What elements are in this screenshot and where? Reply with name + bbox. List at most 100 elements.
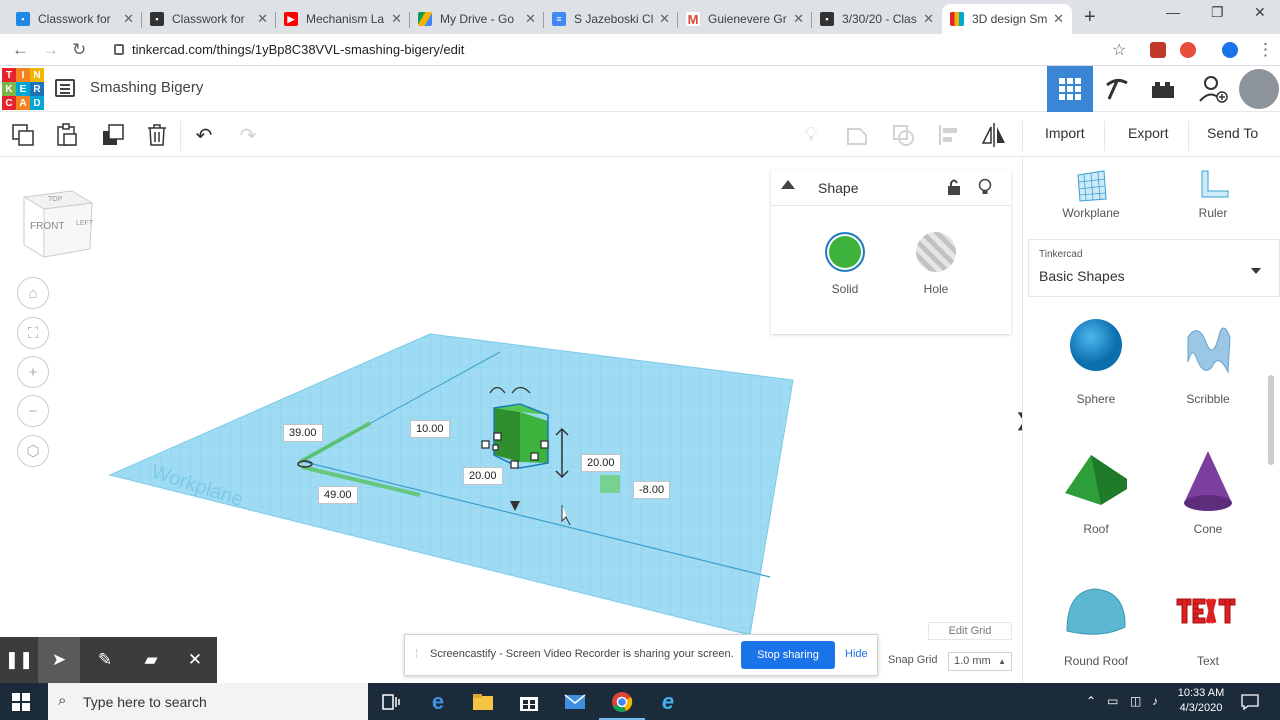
network-icon[interactable]: ◫ <box>1130 694 1141 708</box>
bookmark-star-icon[interactable]: ☆ <box>1112 40 1126 60</box>
fit-view-button[interactable]: ⛶ <box>17 317 49 349</box>
close-tab-icon[interactable]: ✕ <box>923 11 934 27</box>
shape-text[interactable]: Text <box>1160 581 1256 668</box>
tinkercad-logo[interactable]: TINKERCAD <box>2 68 44 110</box>
mail-icon[interactable] <box>562 689 588 715</box>
store-icon[interactable] <box>516 689 542 715</box>
url-field[interactable]: tinkercad.com/things/1yBp8C38VVL-smashin… <box>104 37 1140 63</box>
window-close-icon[interactable]: ✕ <box>1254 4 1266 21</box>
edge-icon[interactable]: e <box>425 689 451 715</box>
design-list-icon[interactable] <box>55 79 75 97</box>
shape-cone[interactable]: Cone <box>1160 449 1256 536</box>
zoom-out-button[interactable]: − <box>17 395 49 427</box>
delete-button[interactable] <box>144 122 170 148</box>
internet-explorer-icon[interactable]: e <box>655 689 681 715</box>
export-button[interactable]: Export <box>1128 125 1168 141</box>
hole-swatch[interactable] <box>916 232 956 272</box>
design-title[interactable]: Smashing Bigery <box>90 79 203 96</box>
close-toolbar-button[interactable]: ✕ <box>180 645 210 675</box>
copy-button[interactable] <box>10 122 36 148</box>
shape-round-roof[interactable]: Round Roof <box>1048 581 1144 668</box>
shape-library-select[interactable]: Tinkercad Basic Shapes <box>1028 239 1280 297</box>
show-hidden-icons-icon[interactable]: ⌃ <box>1086 694 1096 708</box>
home-view-button[interactable]: ⌂ <box>17 277 49 309</box>
align-button[interactable] <box>936 122 962 148</box>
dimension-elevation[interactable]: -8.00 <box>633 481 671 499</box>
zoom-in-button[interactable]: + <box>17 356 49 388</box>
group-button[interactable] <box>844 122 870 148</box>
maximize-icon[interactable]: ❐ <box>1211 4 1224 21</box>
ruler-tool[interactable]: Ruler <box>1183 169 1243 220</box>
tab-mechanism[interactable]: ▶ Mechanism La ✕ <box>276 4 410 34</box>
workplane-tool[interactable]: Workplane <box>1061 169 1121 220</box>
ungroup-button[interactable] <box>890 122 916 148</box>
hole-option[interactable]: Hole <box>906 232 966 296</box>
edit-grid-button[interactable]: Edit Grid <box>928 622 1012 640</box>
close-tab-icon[interactable]: ✕ <box>1053 11 1064 27</box>
solid-option[interactable]: Solid <box>815 232 875 296</box>
taskbar-clock[interactable]: 10:33 AM 4/3/2020 <box>1170 686 1232 716</box>
bricks-view-button[interactable] <box>1140 66 1186 112</box>
cursor-tool-button[interactable]: ➤ <box>38 637 80 683</box>
collapse-arrow-icon[interactable] <box>781 180 795 189</box>
reload-icon[interactable]: ↻ <box>72 40 86 60</box>
solid-swatch[interactable] <box>825 232 865 272</box>
tab-classwork-1[interactable]: ▪ Classwork for ✕ <box>8 4 142 34</box>
close-tab-icon[interactable]: ✕ <box>257 11 268 27</box>
task-view-icon[interactable] <box>378 689 404 715</box>
battery-icon[interactable]: ▭ <box>1107 694 1118 708</box>
close-tab-icon[interactable]: ✕ <box>123 11 134 27</box>
undo-button[interactable]: ↶ <box>191 122 217 148</box>
close-tab-icon[interactable]: ✕ <box>793 11 804 27</box>
profile-extension-icon[interactable] <box>1222 42 1238 58</box>
send-to-button[interactable]: Send To <box>1207 125 1258 141</box>
shape-roof[interactable]: Roof <box>1048 449 1144 536</box>
minimize-icon[interactable]: — <box>1166 4 1180 20</box>
blocks-view-button[interactable] <box>1094 66 1140 112</box>
tab-3d-design[interactable]: 3D design Sm ✕ <box>942 4 1072 34</box>
shapes-scrollbar[interactable] <box>1268 375 1274 465</box>
green-box[interactable] <box>493 403 549 469</box>
duplicate-button[interactable] <box>100 122 126 148</box>
tab-my-drive[interactable]: My Drive - Go ✕ <box>410 4 544 34</box>
volume-icon[interactable]: ♪ <box>1152 694 1158 708</box>
eraser-tool-button[interactable]: ▰ <box>136 645 166 675</box>
stop-sharing-button[interactable]: Stop sharing <box>741 641 835 669</box>
screencastify-extension-icon[interactable] <box>1180 42 1196 58</box>
pause-button[interactable]: ❚❚ <box>4 645 34 675</box>
new-tab-icon[interactable]: + <box>1084 6 1096 29</box>
dimension-20-height[interactable]: 20.00 <box>581 454 621 472</box>
forward-icon[interactable]: → <box>42 40 59 60</box>
file-explorer-icon[interactable] <box>470 689 496 715</box>
chrome-menu-icon[interactable]: ⋮ <box>1257 40 1274 60</box>
tab-docs[interactable]: ≡ S Jazeboski Cl ✕ <box>544 4 678 34</box>
dimension-10[interactable]: 10.00 <box>410 420 450 438</box>
3d-view-button[interactable] <box>1047 66 1093 112</box>
windows-start-icon[interactable] <box>12 693 30 711</box>
back-icon[interactable]: ← <box>12 40 29 60</box>
dimension-20-width[interactable]: 20.00 <box>463 467 503 485</box>
shape-sphere[interactable]: Sphere <box>1048 317 1144 406</box>
invite-user-button[interactable] <box>1190 66 1236 112</box>
tab-class-date[interactable]: ▪ 3/30/20 - Clas ✕ <box>812 4 942 34</box>
perspective-button[interactable]: ⬡ <box>17 435 49 467</box>
view-cube[interactable]: TOP FRONT LEFT <box>22 185 94 258</box>
shape-scribble[interactable]: Scribble <box>1160 317 1256 406</box>
close-tab-icon[interactable]: ✕ <box>659 11 670 27</box>
user-avatar-button[interactable] <box>1236 66 1280 112</box>
snap-grid-select[interactable]: 1.0 mm ▲ <box>948 652 1012 671</box>
paste-button[interactable] <box>54 122 80 148</box>
mirror-button[interactable] <box>980 122 1006 148</box>
notifications-icon[interactable] <box>1241 694 1259 710</box>
dimension-49[interactable]: 49.00 <box>318 486 358 504</box>
tab-classwork-2[interactable]: ▪ Classwork for ✕ <box>142 4 276 34</box>
lightbulb-icon[interactable] <box>978 178 992 196</box>
taskbar-search-box[interactable]: ⌕ Type here to search <box>48 683 368 720</box>
hide-button[interactable]: Hide <box>845 648 868 660</box>
close-tab-icon[interactable]: ✕ <box>525 11 536 27</box>
redo-button[interactable]: ↷ <box>235 122 261 148</box>
drag-handle-icon[interactable]: ⁞ <box>415 647 418 661</box>
chrome-taskbar-icon[interactable] <box>599 689 645 720</box>
pen-tool-button[interactable]: ✎ <box>90 645 120 675</box>
close-tab-icon[interactable]: ✕ <box>391 11 402 27</box>
